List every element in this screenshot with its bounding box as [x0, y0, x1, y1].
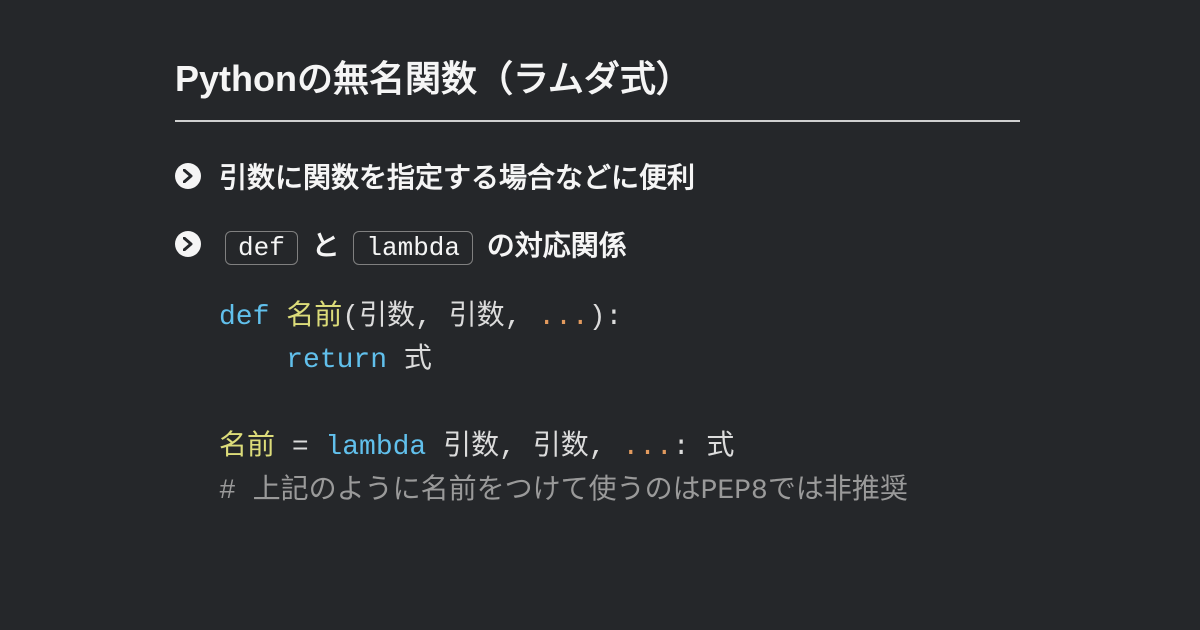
comma: ,	[415, 302, 449, 333]
ellipsis: ...	[538, 302, 588, 333]
variable-name: 名前	[219, 432, 292, 463]
param: 引数	[443, 432, 499, 463]
bullet-list: 引数に関数を指定する場合などに便利 def と lambda の対応関係	[175, 156, 1020, 264]
bullet-mid-text: と	[312, 230, 340, 261]
keyword-return: return	[286, 345, 387, 376]
paren-open: (	[342, 302, 359, 333]
indent	[219, 345, 286, 376]
code-line: return 式	[219, 339, 1020, 382]
chevron-right-icon	[175, 163, 201, 189]
paren-close-colon: ):	[589, 302, 623, 333]
bullet-item: 引数に関数を指定する場合などに便利	[175, 156, 1020, 196]
keyword-lambda: lambda	[325, 432, 426, 463]
bullet-item: def と lambda の対応関係	[175, 224, 1020, 264]
chevron-right-icon	[175, 231, 201, 257]
param: 引数	[449, 302, 505, 333]
code-line: def 名前(引数, 引数, ...):	[219, 296, 1020, 339]
colon: :	[673, 432, 707, 463]
bullet-suffix-text: の対応関係	[487, 230, 627, 261]
function-name: 名前	[269, 302, 342, 333]
blank-line	[219, 383, 1020, 426]
inline-code-lambda: lambda	[353, 231, 473, 265]
bullet-text: 引数に関数を指定する場合などに便利	[219, 156, 695, 196]
ellipsis: ...	[622, 432, 672, 463]
param: 引数	[533, 432, 589, 463]
code-line: # 上記のように名前をつけて使うのはPEP8では非推奨	[219, 470, 1020, 513]
inline-code-def: def	[225, 231, 298, 265]
space	[426, 432, 443, 463]
code-block: def 名前(引数, 引数, ...): return 式 名前 = lambd…	[219, 296, 1020, 513]
comma: ,	[589, 432, 623, 463]
keyword-def: def	[219, 302, 269, 333]
equals: =	[292, 432, 326, 463]
code-line: 名前 = lambda 引数, 引数, ...: 式	[219, 426, 1020, 469]
comma: ,	[505, 302, 539, 333]
comma: ,	[499, 432, 533, 463]
param: 引数	[359, 302, 415, 333]
expression: 式	[387, 345, 432, 376]
comment: # 上記のように名前をつけて使うのはPEP8では非推奨	[219, 476, 908, 507]
expression: 式	[706, 432, 734, 463]
bullet-text: def と lambda の対応関係	[219, 224, 627, 264]
page-title: Pythonの無名関数（ラムダ式）	[175, 50, 1020, 122]
